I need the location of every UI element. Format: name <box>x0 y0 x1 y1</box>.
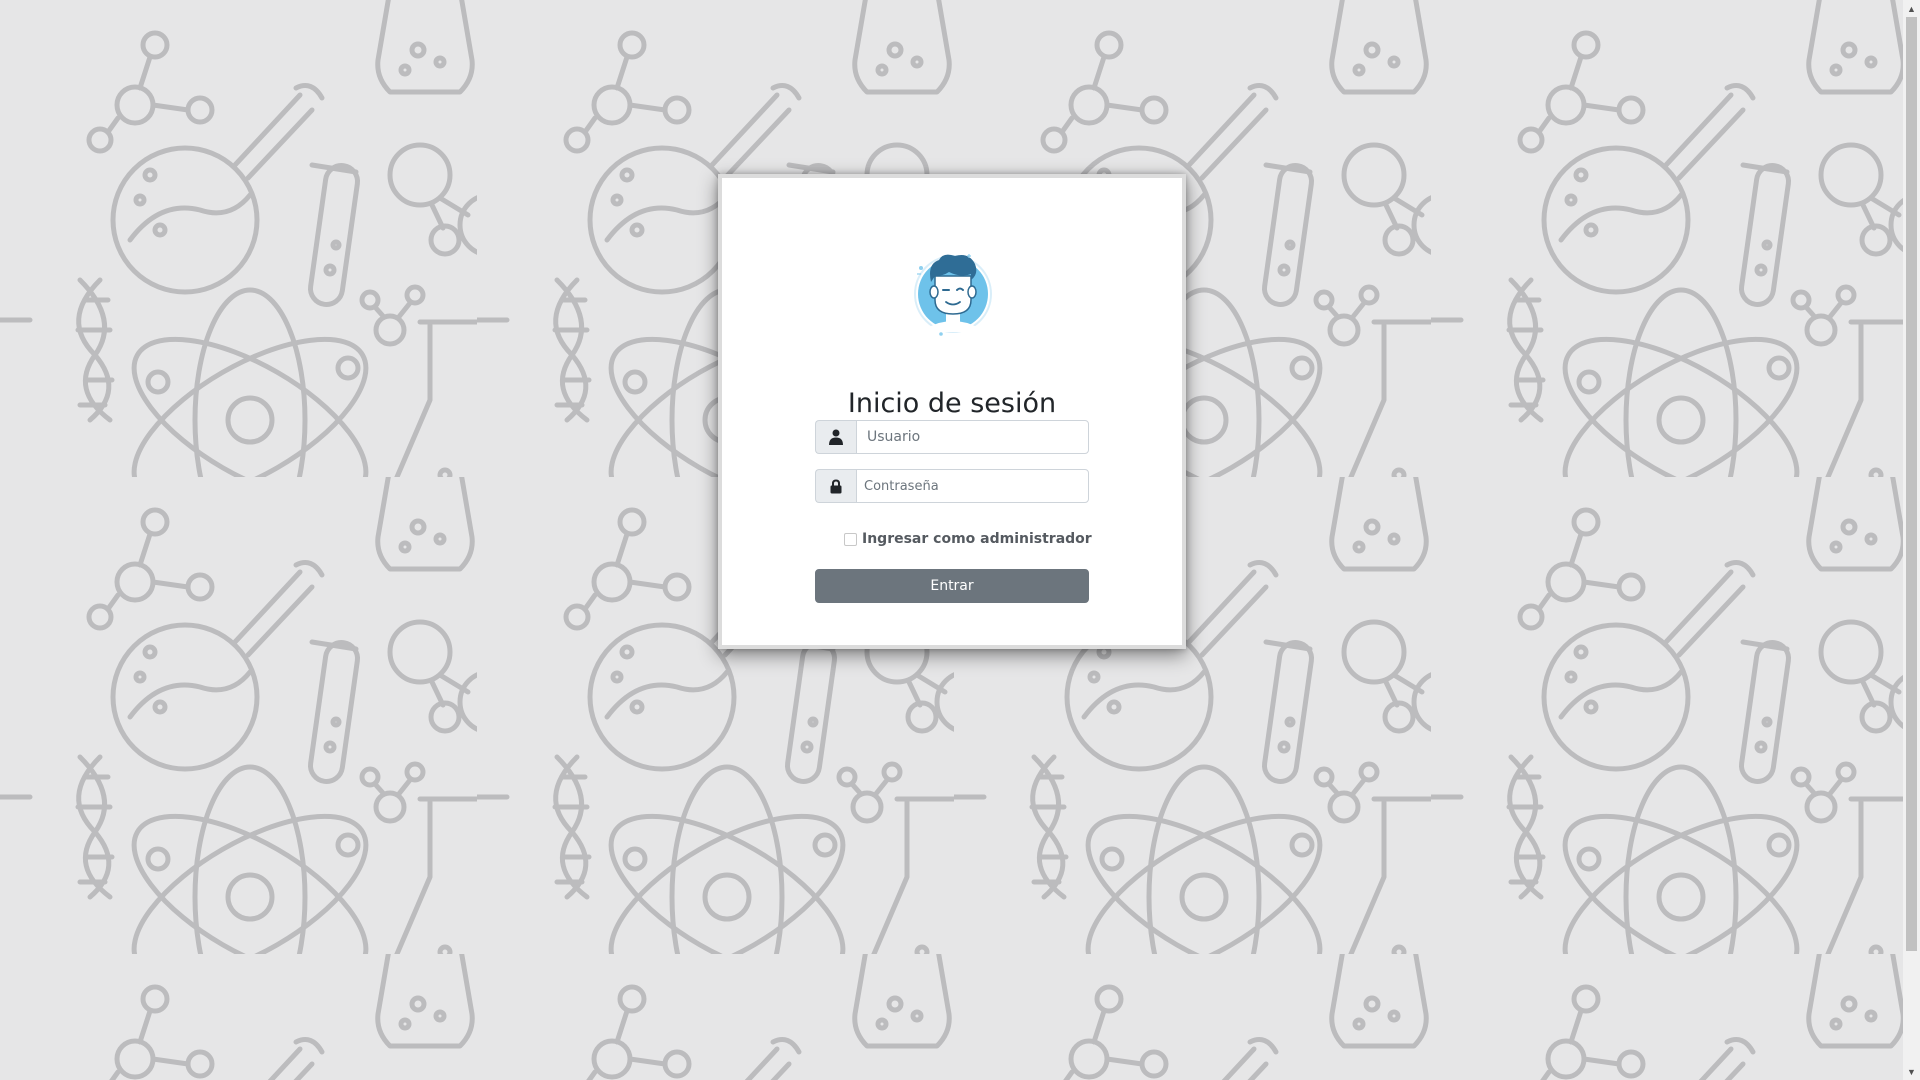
login-card: Inicio de sesión Ingresar como administr… <box>718 174 1186 649</box>
admin-login-option[interactable]: Ingresar como administrador <box>844 531 1092 547</box>
admin-checkbox-label[interactable]: Ingresar como administrador <box>862 531 1092 547</box>
user-icon <box>815 420 856 454</box>
password-input-group <box>815 469 1089 503</box>
username-input-group <box>815 420 1089 454</box>
admin-checkbox[interactable] <box>844 532 857 546</box>
login-button[interactable]: Entrar <box>815 569 1089 603</box>
chevron-down-icon[interactable]: ▼ <box>1903 1063 1920 1080</box>
page-title: Inicio de sesión <box>847 388 1057 420</box>
avatar-icon <box>914 254 992 336</box>
lock-icon <box>815 469 856 503</box>
scrollbar-thumb[interactable] <box>1906 17 1917 951</box>
username-input[interactable] <box>856 420 1089 454</box>
password-input[interactable] <box>856 469 1089 503</box>
page-scrollbar[interactable]: ▲ ▼ <box>1903 0 1920 1080</box>
chevron-up-icon[interactable]: ▲ <box>1903 0 1920 17</box>
